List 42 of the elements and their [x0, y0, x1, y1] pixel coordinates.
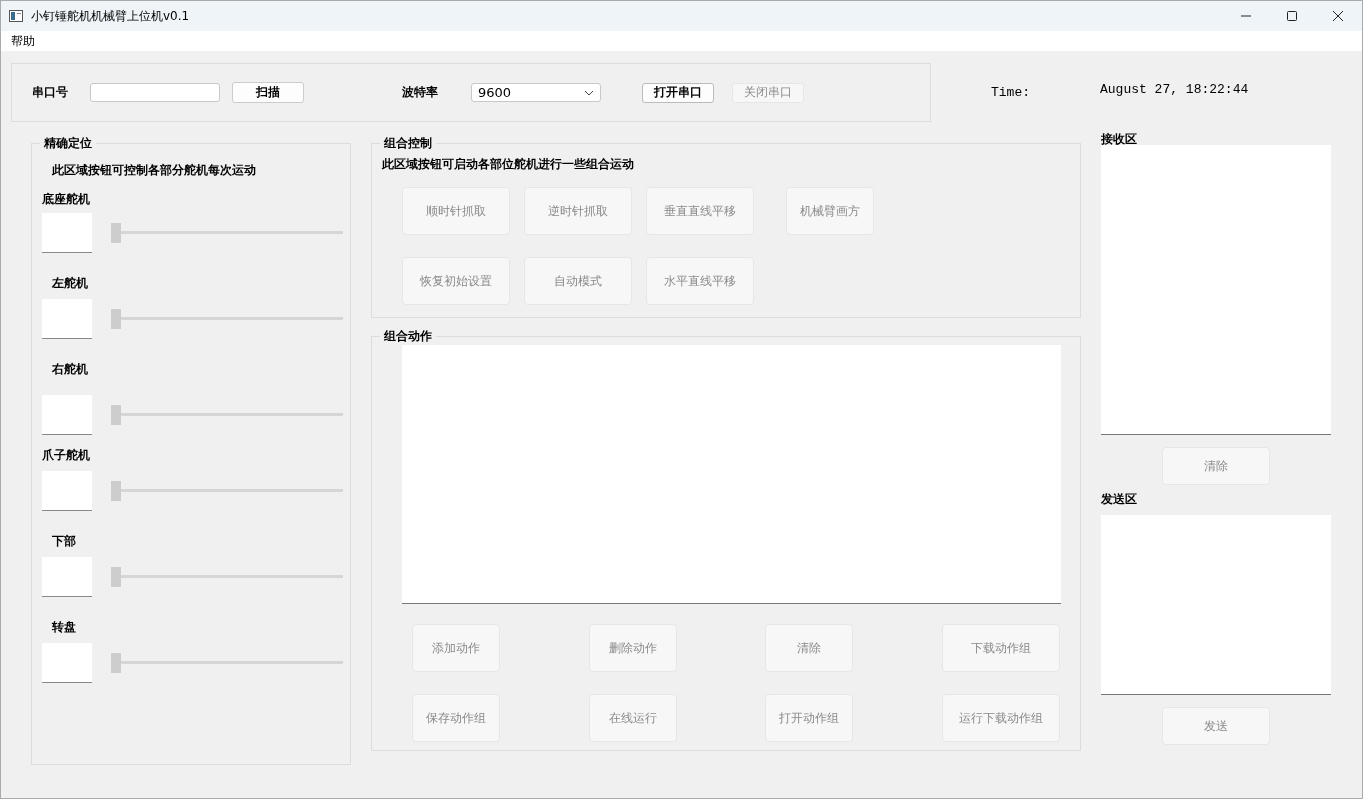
- group-title: 组合动作: [383, 328, 433, 345]
- value-field[interactable]: [42, 557, 92, 597]
- servo-label: 转盘: [52, 619, 77, 635]
- window-title: 小钉锤舵机机械臂上位机v0.1: [31, 7, 190, 25]
- value-field[interactable]: [42, 471, 92, 511]
- baud-label: 波特率: [402, 84, 439, 101]
- slider-handle[interactable]: [111, 223, 121, 243]
- servo-label: 左舵机: [52, 275, 89, 291]
- servo-label: 下部: [52, 533, 77, 549]
- group-title: 精确定位: [43, 135, 93, 152]
- slider-handle[interactable]: [111, 309, 121, 329]
- receive-area[interactable]: [1101, 145, 1331, 435]
- chevron-icon: [584, 89, 594, 96]
- serial-button[interactable]: 打开串口: [642, 82, 714, 103]
- description: 此区域按钮可控制各部分舵机每次运动: [52, 162, 257, 179]
- action-list[interactable]: [402, 345, 1061, 604]
- port-label: 串口号: [32, 84, 69, 101]
- section-label: 发送区: [1101, 493, 1138, 505]
- time-label: Time:: [991, 85, 1030, 100]
- slider-handle[interactable]: [111, 567, 121, 587]
- slider-handle[interactable]: [111, 653, 121, 673]
- close-icon[interactable]: [1332, 10, 1344, 22]
- group-title: 组合控制: [383, 135, 433, 152]
- description: 此区域按钮可启动各部位舵机进行一些组合运动: [382, 156, 635, 173]
- port-combo[interactable]: [90, 83, 220, 102]
- servo-label: 底座舵机: [42, 191, 91, 207]
- scan-button[interactable]: 扫描: [232, 82, 304, 103]
- slider-handle[interactable]: [111, 481, 121, 501]
- menu-item[interactable]: 帮助: [11, 32, 35, 50]
- servo-label: 右舵机: [52, 361, 89, 377]
- send-area[interactable]: [1101, 515, 1331, 695]
- maximize-icon[interactable]: [1286, 10, 1298, 22]
- app-icon: [9, 10, 23, 22]
- slider-handle[interactable]: [111, 405, 121, 425]
- value-field[interactable]: [42, 643, 92, 683]
- time-value: August 27, 18:22:44: [1100, 82, 1249, 97]
- section-label: 接收区: [1101, 133, 1138, 145]
- value-field[interactable]: [42, 213, 92, 253]
- value-field[interactable]: [42, 299, 92, 339]
- servo-label: 爪子舵机: [42, 447, 91, 463]
- baud-combo[interactable]: 9600: [471, 83, 601, 102]
- value-field[interactable]: [42, 395, 92, 435]
